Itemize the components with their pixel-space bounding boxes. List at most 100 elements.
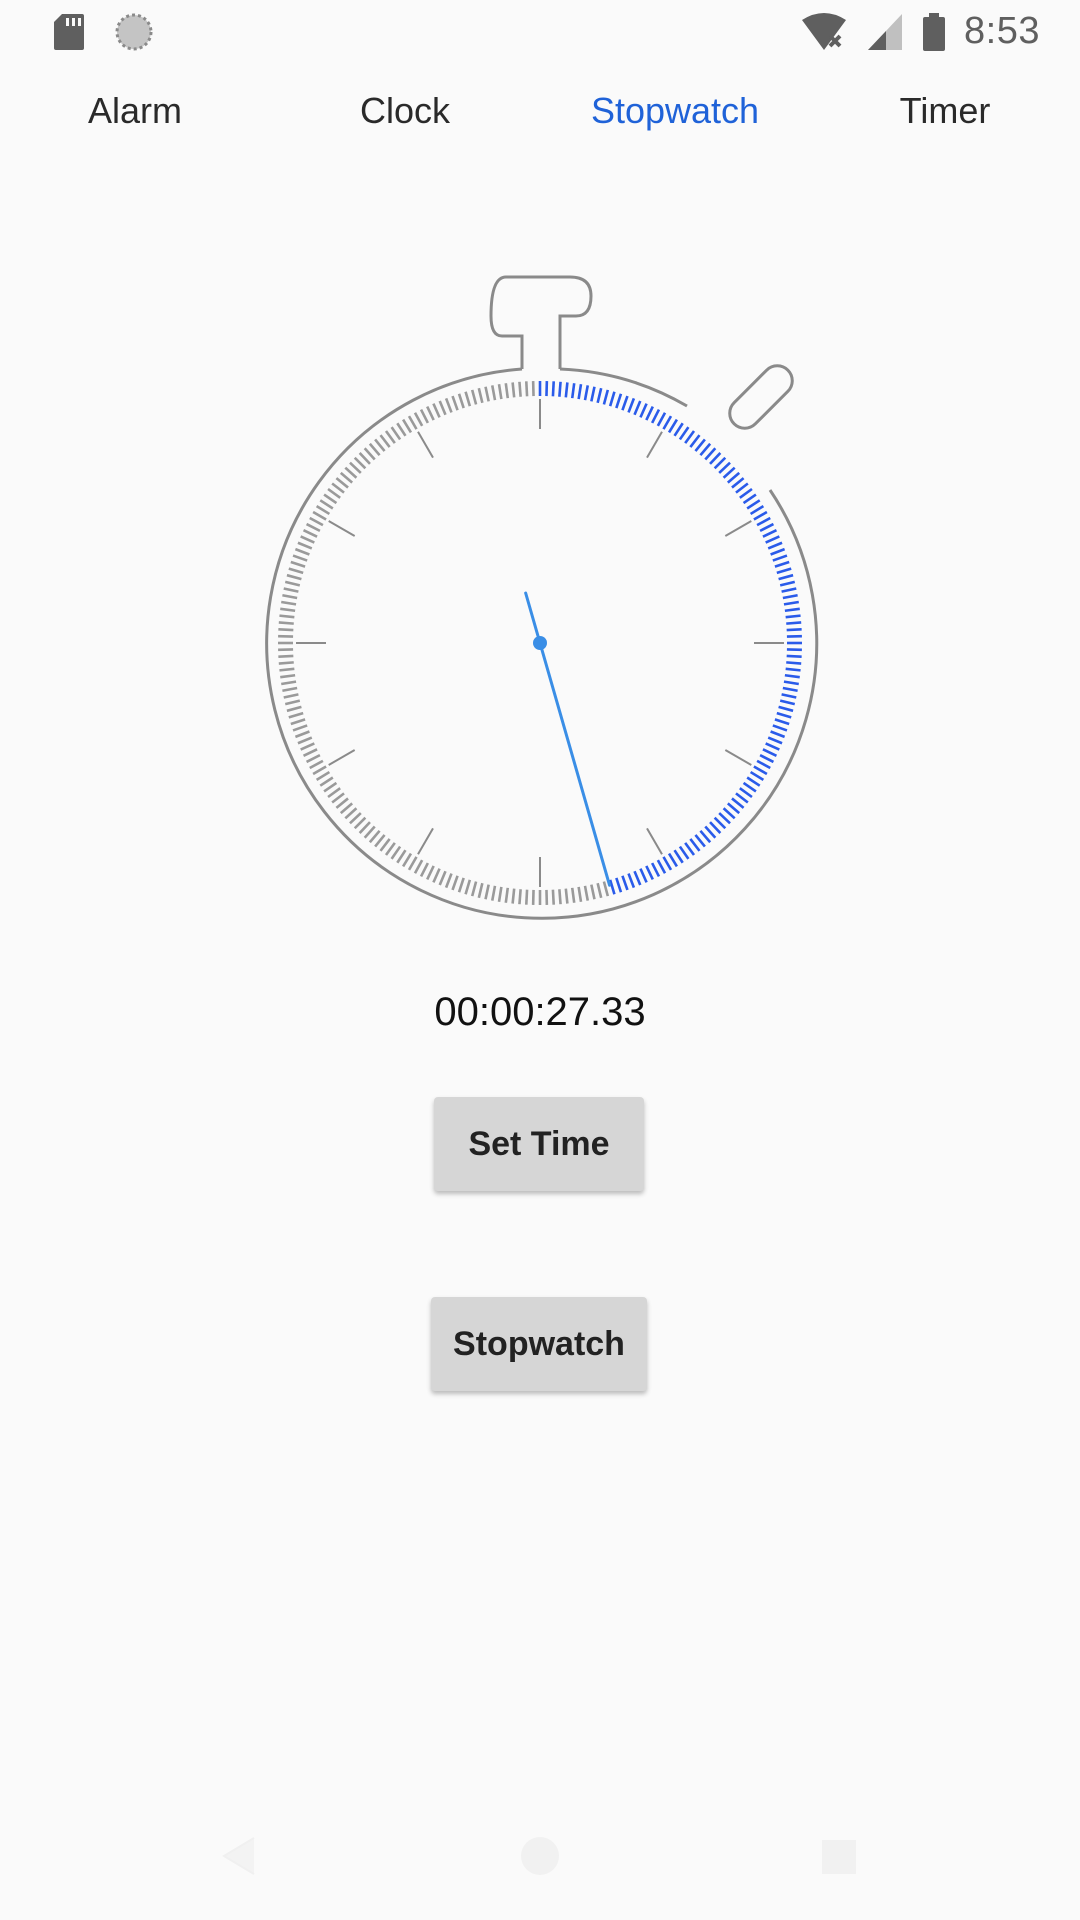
dial-tick: [726, 471, 741, 484]
dial-tick: [718, 461, 731, 474]
dial-tick: [742, 781, 757, 793]
dial-tick: [558, 889, 562, 905]
dial-tick: [278, 661, 294, 665]
dial-tick: [302, 748, 318, 757]
tab-alarm[interactable]: Alarm: [0, 90, 270, 132]
dial-tick: [633, 400, 642, 416]
dial-tick: [765, 535, 780, 544]
dial-tick: [739, 487, 753, 499]
recents-icon[interactable]: [822, 1840, 856, 1874]
dial-major-tick: [328, 520, 356, 537]
dial-tick: [746, 499, 761, 510]
dial-tick: [583, 385, 590, 401]
dial-major-tick: [646, 431, 663, 459]
dial-tick: [762, 748, 778, 757]
dial-tick: [349, 812, 362, 825]
dial-tick: [596, 387, 603, 404]
dial-tick: [344, 466, 358, 479]
dial-tick: [305, 522, 321, 533]
dial-tick: [776, 711, 792, 719]
dial-tick: [484, 386, 490, 402]
dial-tick: [786, 661, 802, 665]
home-icon[interactable]: [521, 1837, 559, 1875]
dial-tick: [694, 834, 706, 848]
dial-tick: [282, 686, 298, 693]
dial-tick: [282, 593, 298, 600]
dial-tick: [770, 547, 786, 556]
dial-major-tick: [724, 749, 752, 766]
dial-tick: [284, 580, 301, 587]
dial-tick: [290, 560, 306, 568]
dial-tick: [312, 765, 327, 776]
dial-tick: [778, 573, 794, 581]
dial-tick: [621, 395, 629, 411]
dial-tick: [678, 426, 690, 441]
stopwatch-dial: [265, 275, 819, 920]
dial-tick: [570, 887, 576, 903]
set-time-button[interactable]: Set Time: [434, 1097, 644, 1191]
sd-card-icon: [54, 14, 84, 50]
dial-tick: [774, 560, 790, 568]
dial-tick: [524, 381, 529, 397]
dial-major-tick: [417, 827, 434, 855]
tab-stopwatch[interactable]: Stopwatch: [540, 90, 810, 132]
dial-major-tick: [724, 520, 752, 537]
dial-tick: [327, 787, 341, 799]
dial-tick: [407, 856, 418, 871]
dial-tick: [639, 868, 648, 883]
dial-tick: [615, 877, 623, 893]
dial-tick: [699, 829, 712, 844]
dial-tick: [656, 412, 667, 427]
dial-tick: [283, 693, 299, 699]
dial-tick: [286, 705, 302, 713]
back-icon[interactable]: [222, 1837, 255, 1875]
dial-tick: [621, 875, 629, 891]
dial-tick: [335, 477, 349, 489]
dial-tick: [281, 600, 297, 606]
dial-tick: [608, 879, 616, 895]
dial-tick: [689, 838, 701, 852]
stopwatch-button[interactable]: Stopwatch: [431, 1297, 647, 1391]
dial-tick: [286, 573, 302, 581]
dial-tick: [570, 383, 576, 399]
dial-tick: [564, 382, 569, 398]
signal-icon: [868, 13, 903, 50]
dial-tick: [339, 471, 354, 484]
dial-tick: [470, 389, 478, 405]
dial-tick: [281, 680, 297, 686]
dial-tick: [358, 452, 371, 465]
dial-tick: [290, 718, 306, 726]
dial-tick: [407, 415, 418, 430]
dial-tick: [684, 430, 696, 444]
dial-outer-ring-top: [559, 367, 688, 408]
dial-tick: [551, 889, 556, 905]
dial-tick: [627, 397, 636, 413]
dial-tick: [384, 842, 396, 856]
dial-tick: [280, 673, 296, 679]
dial-tick: [292, 724, 308, 732]
dial-tick: [784, 607, 800, 613]
dial-tick: [767, 736, 783, 745]
tab-clock[interactable]: Clock: [270, 90, 540, 132]
dial-tick: [426, 865, 435, 881]
dial-tick: [583, 885, 590, 901]
dial-tick: [783, 680, 799, 686]
dial-tick: [776, 567, 792, 575]
dial-tick: [504, 383, 510, 399]
dial-tick: [684, 842, 696, 856]
dial-tick: [596, 882, 603, 899]
dial-tick: [349, 461, 362, 474]
dial-tick: [627, 873, 636, 889]
dial-tick: [490, 385, 497, 401]
dial-tick: [735, 792, 749, 804]
dial-tick: [735, 482, 749, 494]
dial-tick: [704, 825, 717, 839]
dial-tick: [779, 699, 796, 706]
dial-tick: [331, 482, 345, 494]
dial-tick: [451, 395, 459, 411]
tab-timer[interactable]: Timer: [810, 90, 1080, 132]
dial-tick: [390, 426, 402, 441]
dial-tick: [709, 821, 722, 834]
dial-tick: [368, 442, 381, 457]
dial-tick: [490, 885, 497, 901]
